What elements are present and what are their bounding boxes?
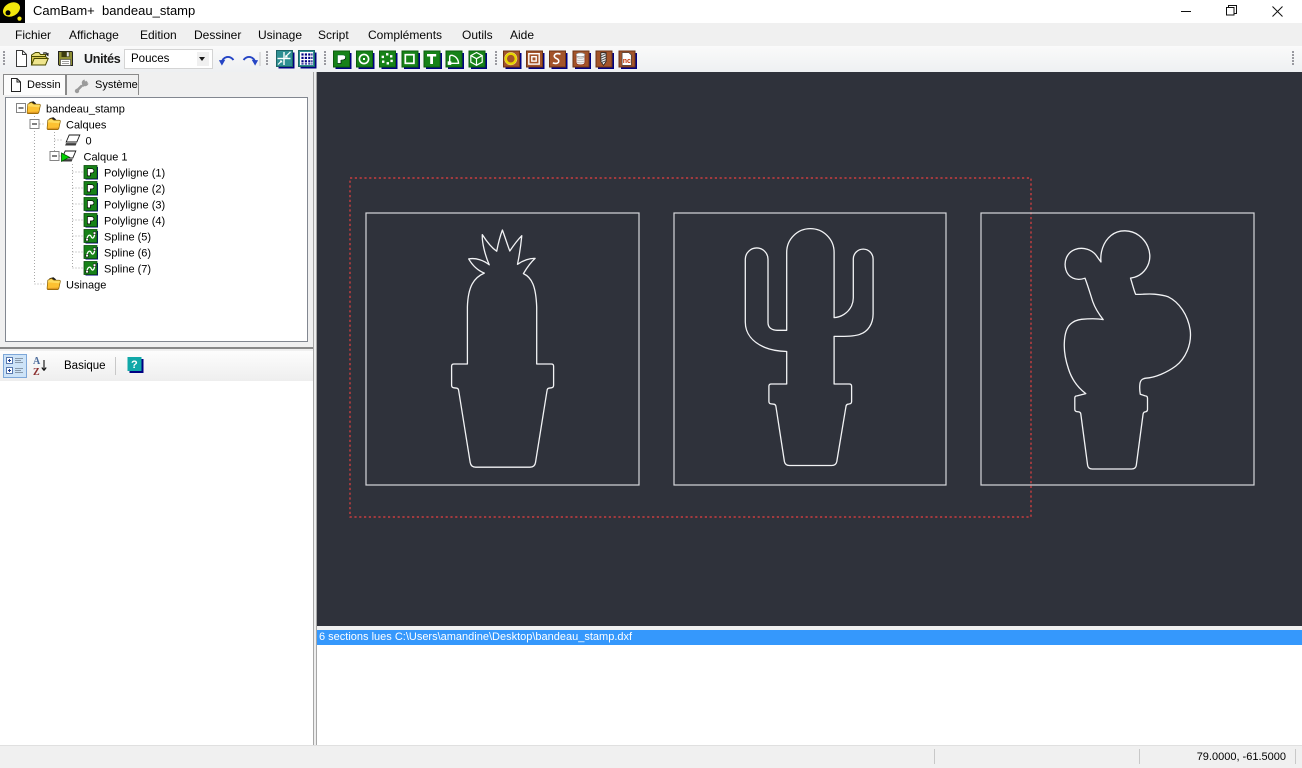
svg-text:Spline (6): Spline (6) bbox=[104, 248, 151, 260]
svg-text:nc: nc bbox=[623, 58, 631, 65]
svg-text:Calque 1: Calque 1 bbox=[84, 152, 128, 164]
svg-text:Z: Z bbox=[33, 367, 40, 378]
svg-text:Spline (7): Spline (7) bbox=[104, 264, 151, 276]
svg-text:Usinage: Usinage bbox=[66, 280, 106, 292]
svg-text:A: A bbox=[33, 356, 41, 367]
svg-text:Calques: Calques bbox=[66, 120, 107, 132]
svg-text:bandeau_stamp: bandeau_stamp bbox=[46, 104, 125, 116]
svg-text:Polyligne (2): Polyligne (2) bbox=[104, 184, 165, 196]
svg-text:Polyligne (4): Polyligne (4) bbox=[104, 216, 165, 228]
svg-text:Spline (5): Spline (5) bbox=[104, 232, 151, 244]
svg-text:0: 0 bbox=[86, 136, 92, 148]
svg-text:Polyligne (3): Polyligne (3) bbox=[104, 200, 165, 212]
svg-text:?: ? bbox=[131, 359, 138, 371]
svg-text:Polyligne (1): Polyligne (1) bbox=[104, 168, 165, 180]
